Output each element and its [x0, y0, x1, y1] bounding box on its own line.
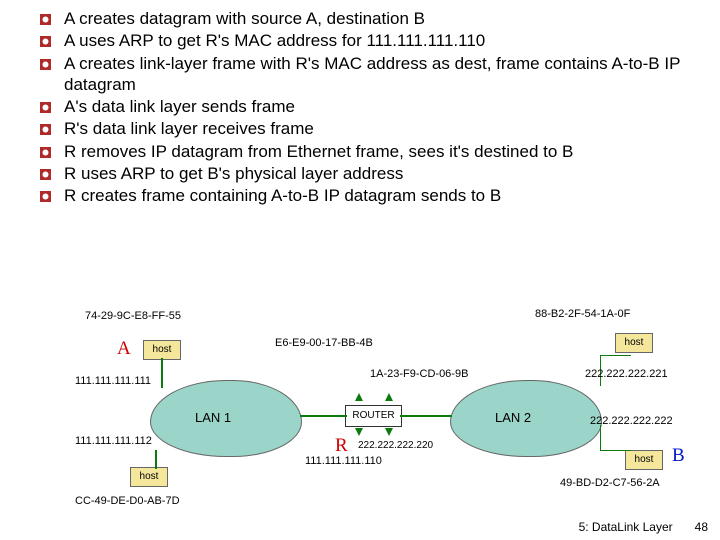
host-2: host	[130, 467, 168, 487]
bullet-text: R removes IP datagram from Ethernet fram…	[64, 141, 700, 162]
label-b: B	[672, 445, 685, 467]
router-box: ROUTER	[345, 405, 402, 427]
router-right-mac: 1A-23-F9-CD-06-9B	[370, 368, 468, 380]
footer-page: 48	[695, 520, 708, 534]
bullet-icon	[40, 14, 56, 25]
bullet-text: R creates frame containing A-to-B IP dat…	[64, 185, 700, 206]
bullet-item: R's data link layer receives frame	[40, 118, 700, 139]
bullet-text: R's data link layer receives frame	[64, 118, 700, 139]
bullet-icon	[40, 147, 56, 158]
arrow-icon	[385, 428, 393, 436]
lan2-label: LAN 2	[495, 410, 531, 425]
bullet-item: A's data link layer sends frame	[40, 96, 700, 117]
host-b-mac: 49-BD-D2-C7-56-2A	[560, 477, 660, 489]
host-b: host	[625, 450, 663, 470]
router-right-area: 222.222.222.220	[358, 440, 433, 451]
link	[161, 358, 163, 388]
footer-chapter: 5: DataLink Layer	[579, 520, 673, 534]
bullet-item: A creates link-layer frame with R's MAC …	[40, 53, 700, 96]
host-tr-ip: 222.222.222.221	[585, 368, 668, 380]
host-2-mac: CC-49-DE-D0-AB-7D	[75, 495, 180, 507]
bullet-item: R creates frame containing A-to-B IP dat…	[40, 185, 700, 206]
footer: 5: DataLink Layer 48	[579, 520, 708, 534]
bullet-list: A creates datagram with source A, destin…	[0, 0, 720, 206]
bullet-text: A uses ARP to get R's MAC address for 11…	[64, 30, 700, 51]
host-top-right: host	[615, 333, 653, 353]
bullet-text: A creates datagram with source A, destin…	[64, 8, 700, 29]
bullet-icon	[40, 102, 56, 113]
bullet-item: A creates datagram with source A, destin…	[40, 8, 700, 29]
host-tr-mac: 88-B2-2F-54-1A-0F	[535, 308, 630, 320]
network-diagram: LAN 1 LAN 2 ROUTER host 74-29-9C-E8-FF-5…	[55, 300, 695, 500]
lan1-label: LAN 1	[195, 410, 231, 425]
label-r: R	[335, 435, 348, 457]
link	[600, 425, 631, 451]
link	[155, 450, 157, 469]
bullet-item: R removes IP datagram from Ethernet fram…	[40, 141, 700, 162]
host-a: host	[143, 340, 181, 360]
bullet-icon	[40, 36, 56, 47]
bullet-icon	[40, 124, 56, 135]
arrow-icon	[385, 393, 393, 401]
host-a-ip: 111.111.111.111	[75, 375, 151, 387]
bullet-text: R uses ARP to get B's physical layer add…	[64, 163, 700, 184]
host-b-ip: 222.222.222.222	[590, 415, 673, 427]
arrow-icon	[355, 428, 363, 436]
host-2-ip: 111.111.111.112	[75, 435, 152, 447]
bullet-text: A creates link-layer frame with R's MAC …	[64, 53, 700, 96]
bullet-item: R uses ARP to get B's physical layer add…	[40, 163, 700, 184]
label-a: A	[117, 338, 131, 360]
link	[400, 415, 452, 417]
router-left-mac: E6-E9-00-17-BB-4B	[275, 337, 373, 349]
host-a-mac: 74-29-9C-E8-FF-55	[85, 310, 181, 322]
bullet-item: A uses ARP to get R's MAC address for 11…	[40, 30, 700, 51]
bullet-icon	[40, 169, 56, 180]
bullet-text: A's data link layer sends frame	[64, 96, 700, 117]
link	[300, 415, 347, 417]
bullet-icon	[40, 59, 56, 70]
arrow-icon	[355, 393, 363, 401]
bullet-icon	[40, 191, 56, 202]
